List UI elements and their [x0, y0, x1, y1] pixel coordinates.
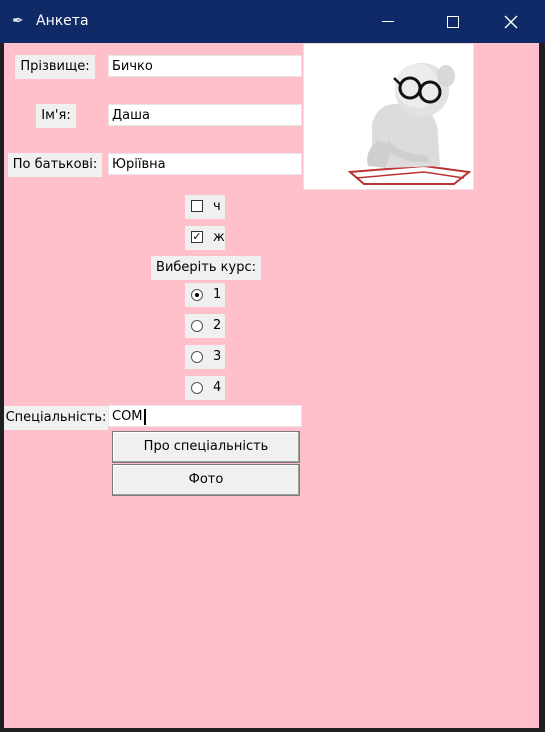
gender-male-label: ч [213, 199, 221, 214]
person-reading-icon [303, 43, 474, 190]
name-label: Ім'я: [36, 104, 76, 128]
app-window: ✒ Анкета Прізвище: Бичко Ім'я: Даша По б… [0, 0, 545, 732]
gender-female-label: ж [213, 230, 225, 245]
radio-unselected-icon[interactable] [191, 382, 203, 394]
specialty-input[interactable]: COM [108, 405, 302, 427]
surname-label: Прізвище: [15, 55, 95, 79]
close-button[interactable] [488, 0, 534, 43]
course-radio-4[interactable]: 4 [185, 376, 225, 400]
course-1-label: 1 [213, 287, 222, 302]
checkbox-unchecked-icon[interactable] [191, 200, 203, 212]
gender-male-checkbox[interactable]: ч [185, 195, 225, 219]
minimize-button[interactable] [365, 0, 411, 43]
course-3-label: 3 [213, 349, 222, 364]
feather-icon: ✒ [12, 13, 24, 29]
surname-input[interactable]: Бичко [108, 55, 302, 77]
photo-button[interactable]: Фото [112, 464, 300, 496]
patronymic-label: По батькові: [8, 153, 102, 177]
form-area: Прізвище: Бичко Ім'я: Даша По батькові: … [4, 43, 539, 728]
about-specialty-button[interactable]: Про спеціальність [112, 431, 300, 463]
gender-female-checkbox[interactable]: ✓ ж [185, 226, 225, 250]
text-caret [143, 408, 146, 425]
maximize-icon [447, 15, 459, 28]
course-4-label: 4 [213, 380, 222, 395]
window-title: Анкета [36, 13, 89, 29]
minimize-icon [382, 20, 394, 22]
name-input[interactable]: Даша [108, 104, 302, 126]
checkbox-checked-icon[interactable]: ✓ [191, 231, 203, 243]
course-label: Виберіть курс: [151, 256, 261, 280]
maximize-button[interactable] [430, 0, 476, 43]
title-bar[interactable]: ✒ Анкета [0, 0, 545, 43]
course-radio-2[interactable]: 2 [185, 314, 225, 338]
patronymic-input[interactable]: Юріївна [108, 153, 302, 175]
radio-selected-icon[interactable] [191, 289, 203, 301]
specialty-value: COM [112, 409, 143, 424]
close-icon [504, 15, 518, 28]
course-radio-3[interactable]: 3 [185, 345, 225, 369]
course-radio-1[interactable]: 1 [185, 283, 225, 307]
radio-unselected-icon[interactable] [191, 351, 203, 363]
radio-unselected-icon[interactable] [191, 320, 203, 332]
specialty-label: Спеціальність: [4, 406, 108, 430]
course-2-label: 2 [213, 318, 222, 333]
